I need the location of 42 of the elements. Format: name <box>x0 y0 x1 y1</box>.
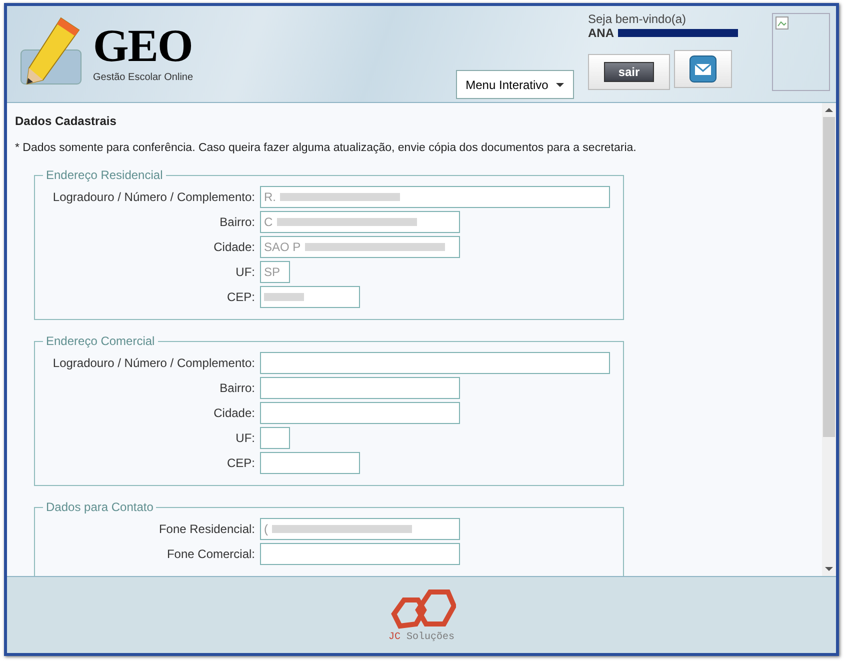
input-field[interactable] <box>260 426 290 448</box>
input-field[interactable] <box>260 542 460 564</box>
field-label: Fone Comercial: <box>166 546 256 560</box>
input-field[interactable]: SAO P <box>260 236 460 258</box>
user-name: ANA <box>588 26 614 40</box>
welcome-text: Seja bem-vindo(a) <box>588 12 688 26</box>
field-label: Logradouro / Número / Complemento: <box>52 356 256 370</box>
mail-icon <box>689 55 717 83</box>
input-field[interactable]: C <box>260 210 460 232</box>
input-field[interactable]: R. <box>260 186 610 208</box>
field-label: CEP: <box>226 456 256 470</box>
input-field[interactable] <box>260 376 460 398</box>
field-label: CEP: <box>226 290 256 304</box>
logout-button[interactable]: sair <box>604 62 654 82</box>
mail-button[interactable] <box>674 50 732 88</box>
field-label: Cidade: <box>212 406 256 420</box>
input-field[interactable]: ( <box>260 518 460 540</box>
scrollbar[interactable] <box>822 103 836 576</box>
caret-icon <box>556 82 564 86</box>
field-label: UF: <box>234 430 256 444</box>
field-label: Bairro: <box>218 380 256 394</box>
redaction-bar <box>264 292 304 300</box>
field-label: Fone Residencial: <box>158 522 256 536</box>
field-label: Logradouro / Número / Complemento: <box>52 190 256 204</box>
page-title: Dados Cadastrais <box>15 114 118 128</box>
input-field[interactable]: SP <box>260 260 290 282</box>
logo-title: GEO <box>93 24 194 68</box>
field-label: Cidade: <box>212 240 256 254</box>
notice-text: * Dados somente para conferência. Caso queira fazer alguma atualização, envie cópia dos documentos para a secretaria. <box>15 142 638 154</box>
input-field[interactable] <box>260 452 360 474</box>
menu-dropdown[interactable]: Menu Interativo <box>456 70 574 99</box>
logo-subtitle: Gestão Escolar Online <box>93 72 194 83</box>
input-field[interactable] <box>260 286 360 308</box>
section-legend: Endereço Residencial <box>43 168 166 182</box>
section-legend: Dados para Contato <box>43 500 156 514</box>
section-legend: Endereço Comercial <box>43 334 158 348</box>
field-label: UF: <box>234 264 256 278</box>
brand-initials: JC <box>388 632 400 642</box>
input-field[interactable] <box>260 402 460 424</box>
brand-name: Soluções <box>406 632 455 642</box>
input-field[interactable] <box>260 352 610 374</box>
field-label: Bairro: <box>218 214 256 228</box>
